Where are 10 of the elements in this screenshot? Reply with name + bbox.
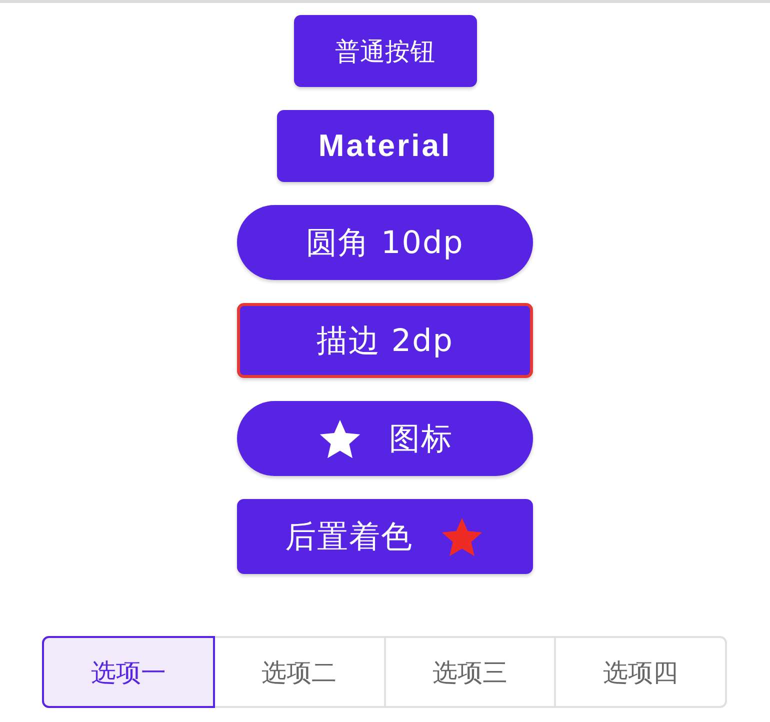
button[interactable]: 普通按钮 [294,15,476,87]
icon-button[interactable]: 图标 [237,401,533,476]
icon-button[interactable]: 后置着色 [237,499,533,574]
toggle-option[interactable]: 选项四 [554,636,727,708]
toggle-option[interactable]: 选项三 [384,636,556,708]
button[interactable]: 描边 2dp [237,303,533,378]
toggle-option[interactable]: 选项二 [212,636,386,708]
toggle-option[interactable]: 选项一 [42,636,215,708]
button[interactable]: 圆角 10dp [237,205,533,280]
button[interactable]: Material [276,110,494,182]
